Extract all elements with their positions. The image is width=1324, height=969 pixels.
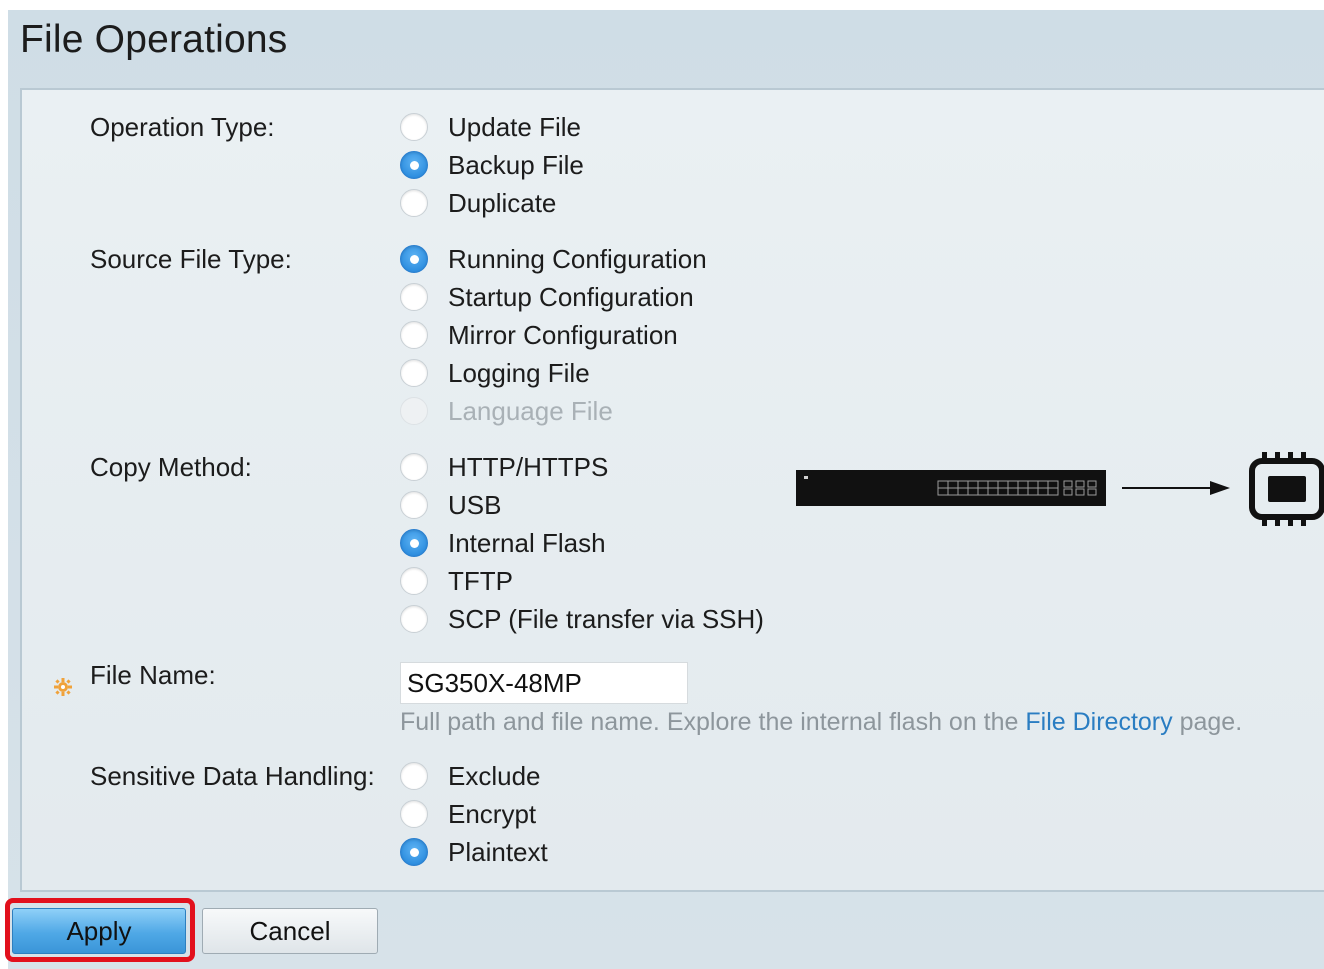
radio-button-icon bbox=[400, 189, 428, 217]
radio-label: SCP (File transfer via SSH) bbox=[448, 603, 764, 634]
radio-usb[interactable]: USB bbox=[400, 486, 501, 524]
radio-button-icon bbox=[400, 491, 428, 519]
radio-label: Mirror Configuration bbox=[448, 319, 678, 350]
radio-label: TFTP bbox=[448, 565, 513, 596]
page-title: File Operations bbox=[20, 18, 288, 61]
radio-label: Exclude bbox=[448, 760, 541, 791]
radio-backup-file[interactable]: Backup File bbox=[400, 146, 584, 184]
radio-tftp[interactable]: TFTP bbox=[400, 562, 513, 600]
radio-label: Internal Flash bbox=[448, 527, 606, 558]
radio-button-icon bbox=[400, 321, 428, 349]
file-operations-page: File Operations Operation Type: Update F… bbox=[8, 10, 1324, 969]
radio-running-configuration[interactable]: Running Configuration bbox=[400, 240, 707, 278]
form-panel: Operation Type: Update File Backup File … bbox=[20, 88, 1324, 892]
file-directory-link[interactable]: File Directory bbox=[1025, 708, 1172, 736]
hint-text-suffix: page. bbox=[1172, 708, 1243, 736]
radio-button-icon bbox=[400, 800, 428, 828]
file-name-hint: Full path and file name. Explore the int… bbox=[400, 708, 1242, 737]
radio-language-file: Language File bbox=[400, 392, 613, 430]
radio-label: HTTP/HTTPS bbox=[448, 451, 609, 482]
radio-label: Logging File bbox=[448, 357, 590, 388]
radio-label: USB bbox=[448, 489, 502, 520]
radio-button-icon bbox=[400, 397, 428, 425]
gear-icon bbox=[54, 678, 72, 696]
cancel-button[interactable]: Cancel bbox=[202, 908, 378, 954]
radio-label: Language File bbox=[448, 395, 613, 426]
radio-internal-flash[interactable]: Internal Flash bbox=[400, 524, 606, 562]
radio-button-icon bbox=[400, 151, 428, 179]
radio-button-icon bbox=[400, 453, 428, 481]
copy-method-label: Copy Method: bbox=[90, 452, 252, 482]
radio-mirror-configuration[interactable]: Mirror Configuration bbox=[400, 316, 678, 354]
sensitive-data-label: Sensitive Data Handling: bbox=[90, 761, 375, 791]
operation-type-label: Operation Type: bbox=[90, 112, 275, 142]
radio-button-icon bbox=[400, 762, 428, 790]
radio-label: Encrypt bbox=[448, 798, 537, 829]
radio-button-icon bbox=[400, 838, 428, 866]
radio-button-icon bbox=[400, 245, 428, 273]
radio-label: Duplicate bbox=[448, 187, 557, 218]
radio-button-icon bbox=[400, 567, 428, 595]
radio-http-https[interactable]: HTTP/HTTPS bbox=[400, 448, 608, 486]
memory-chip-icon bbox=[1249, 452, 1324, 526]
radio-encrypt[interactable]: Encrypt bbox=[400, 795, 536, 833]
radio-plaintext[interactable]: Plaintext bbox=[400, 833, 548, 871]
source-file-type-label: Source File Type: bbox=[90, 244, 292, 274]
radio-logging-file[interactable]: Logging File bbox=[400, 354, 590, 392]
switch-icon bbox=[796, 470, 1106, 506]
radio-button-icon bbox=[400, 283, 428, 311]
radio-button-icon bbox=[400, 359, 428, 387]
radio-label: Backup File bbox=[448, 149, 584, 180]
radio-button-icon bbox=[400, 605, 428, 633]
radio-button-icon bbox=[400, 113, 428, 141]
radio-label: Running Configuration bbox=[448, 243, 707, 274]
file-name-label: File Name: bbox=[90, 660, 216, 690]
radio-exclude[interactable]: Exclude bbox=[400, 757, 541, 795]
radio-scp[interactable]: SCP (File transfer via SSH) bbox=[400, 600, 764, 638]
radio-startup-configuration[interactable]: Startup Configuration bbox=[400, 278, 694, 316]
radio-button-icon bbox=[400, 529, 428, 557]
apply-button[interactable]: Apply bbox=[12, 908, 186, 954]
radio-label: Plaintext bbox=[448, 836, 548, 867]
radio-update-file[interactable]: Update File bbox=[400, 108, 581, 146]
hint-text: Full path and file name. Explore the int… bbox=[400, 708, 1026, 736]
file-name-input[interactable] bbox=[400, 662, 688, 704]
radio-duplicate[interactable]: Duplicate bbox=[400, 184, 556, 222]
radio-label: Startup Configuration bbox=[448, 281, 694, 312]
radio-label: Update File bbox=[448, 111, 581, 142]
arrow-right-icon bbox=[1122, 481, 1230, 495]
